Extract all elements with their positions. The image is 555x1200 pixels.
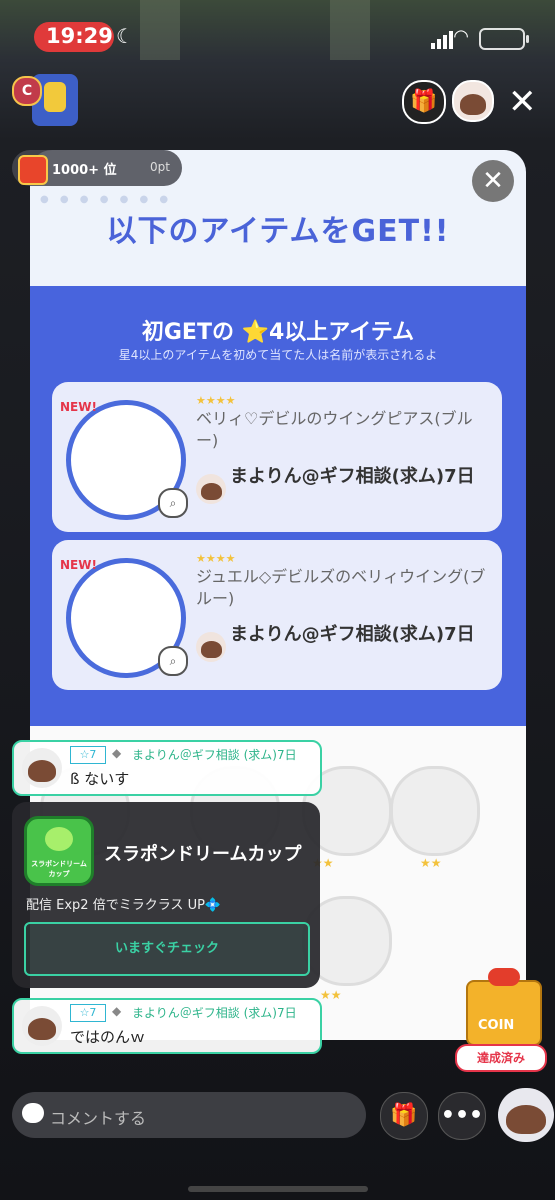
- item-name: ジュエル◇デビルズのベリィウイング(ブルー): [196, 567, 486, 608]
- rank-position: 1000+ 位: [52, 163, 117, 178]
- my-avatar[interactable]: [498, 1088, 554, 1142]
- decorative-dots: ● ● ● ● ● ● ●: [40, 194, 173, 205]
- gem-icon: ◆: [112, 1004, 122, 1018]
- battery-icon: [479, 28, 529, 50]
- coin-label: COIN: [478, 1018, 515, 1033]
- chat-message[interactable]: ☆7 ◆ まよりん＠ギフ相談 (求ム)7日 ではのんｗ: [12, 998, 322, 1054]
- home-indicator[interactable]: [188, 1186, 368, 1192]
- zoom-icon[interactable]: ⌕: [158, 646, 188, 676]
- streamer-avatar[interactable]: [452, 80, 494, 122]
- clock: 19:29: [46, 24, 113, 48]
- chat-message[interactable]: ☆7 ◆ まよりん＠ギフ相談 (求ム)7日 ß ないす: [12, 740, 322, 796]
- grid-item[interactable]: [390, 766, 480, 856]
- liver-rank-badge[interactable]: C: [12, 70, 80, 134]
- first-get-title: 初GETの ⭐4以上アイテム: [141, 320, 415, 345]
- rank-points: 0pt: [150, 160, 170, 174]
- user-level-badge: ☆7: [70, 746, 106, 764]
- modal-close-button[interactable]: ✕: [472, 160, 514, 202]
- item-stars: ★★★★: [196, 394, 236, 407]
- modal-title: 以下のアイテムをGET!!: [106, 214, 450, 249]
- first-item-card[interactable]: NEW! ⌕ ★★★★ ベリィ♡デビルのウイングピアス(ブルー) まよりん@ギフ…: [52, 382, 502, 532]
- chat-avatar: [22, 1006, 62, 1046]
- item-stars: ★★★★: [196, 552, 236, 565]
- grid-stars: ★★: [320, 988, 342, 1002]
- more-icon[interactable]: •••: [438, 1092, 486, 1140]
- event-rank-pill[interactable]: 1000+ 位 0pt: [12, 150, 182, 186]
- grid-stars: ★★: [420, 856, 442, 870]
- event-promo-card[interactable]: スラポンドリーム カップ スラポンドリームカップ 配信 Exp2 倍でミラクラス…: [12, 802, 320, 988]
- chat-username: まよりん＠ギフ相談 (求ム)7日: [132, 748, 297, 762]
- chat-avatar: [22, 748, 62, 788]
- chat-username: まよりん＠ギフ相談 (求ム)7日: [132, 1006, 297, 1020]
- owner-avatar: [196, 474, 226, 504]
- first-item-card[interactable]: NEW! ⌕ ★★★★ ジュエル◇デビルズのベリィウイング(ブルー) まよりん@…: [52, 540, 502, 690]
- comment-input[interactable]: コメントする: [12, 1092, 366, 1138]
- moon-icon: ☾: [116, 24, 134, 48]
- gem-icon: ◆: [112, 746, 122, 760]
- user-level-badge: ☆7: [70, 1004, 106, 1022]
- new-label: NEW!: [60, 400, 97, 414]
- promo-title: スラポンドリームカップ: [104, 844, 302, 865]
- ribbon-icon: [488, 968, 520, 986]
- comment-placeholder: コメントする: [50, 1109, 147, 1128]
- comment-icon: [22, 1103, 44, 1123]
- close-icon[interactable]: ✕: [508, 82, 537, 122]
- item-owner: まよりん@ギフ相談(求ム)7日: [230, 624, 475, 645]
- owner-avatar: [196, 632, 226, 662]
- rank-letter: C: [12, 76, 42, 106]
- item-owner: まよりん@ギフ相談(求ム)7日: [230, 466, 475, 487]
- promo-description: 配信 Exp2 倍でミラクラス UP💠: [26, 898, 222, 913]
- coin-mission-badge[interactable]: COIN: [466, 968, 542, 1046]
- zoom-icon[interactable]: ⌕: [158, 488, 188, 518]
- status-bar: 19:29 ☾ ◠: [0, 18, 555, 58]
- new-label: NEW!: [60, 558, 97, 572]
- wifi-icon: ◠: [453, 26, 469, 47]
- event-app-icon: スラポンドリーム カップ: [24, 816, 94, 886]
- signal-icon: [431, 30, 455, 49]
- chat-text: ß ないす: [70, 770, 130, 788]
- first-get-subtitle: 星4以上のアイテムを初めて当てた人は名前が表示されるよ: [118, 348, 438, 362]
- present-icon[interactable]: 🎁: [380, 1092, 428, 1140]
- achieved-label[interactable]: 達成済み: [455, 1044, 547, 1072]
- item-name: ベリィ♡デビルのウイングピアス(ブルー): [196, 409, 473, 450]
- chat-text: ではのんｗ: [70, 1028, 146, 1046]
- event-logo: [18, 155, 48, 185]
- gift-icon[interactable]: 🎁: [402, 80, 446, 124]
- check-now-button[interactable]: いますぐチェック: [24, 922, 310, 976]
